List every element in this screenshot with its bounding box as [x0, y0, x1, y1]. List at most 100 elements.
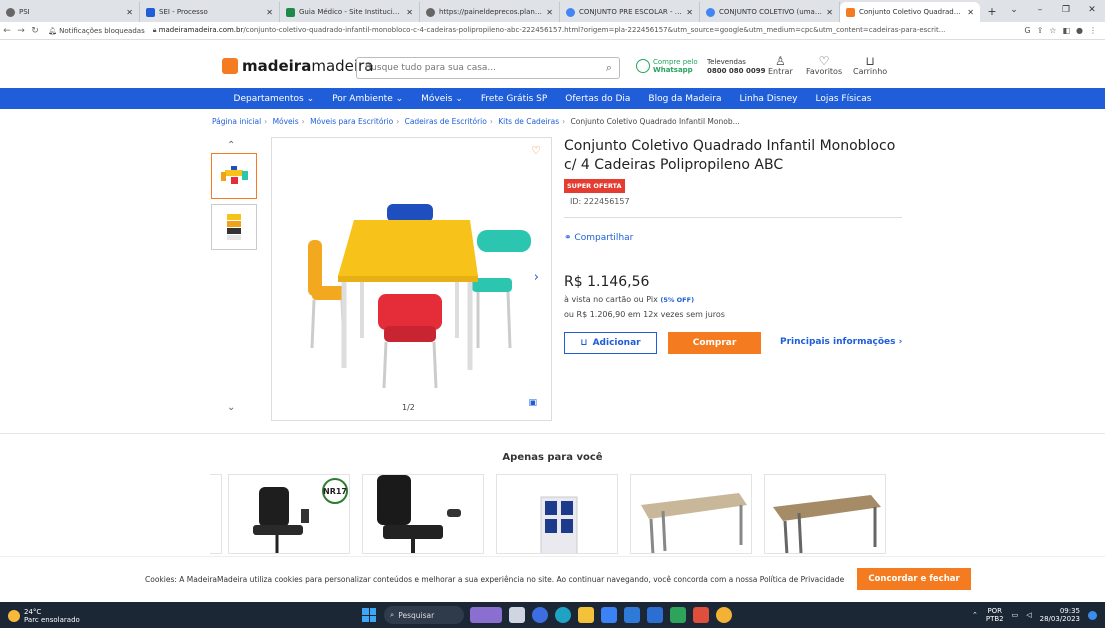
menu-departamentos[interactable]: Departamentos ⌄ [234, 94, 315, 104]
search-icon[interactable]: ⌕ [599, 61, 619, 75]
close-icon[interactable]: ✕ [967, 8, 974, 17]
restore-icon[interactable]: ❐ [1053, 0, 1079, 20]
tray-chevron-icon[interactable]: ⌃ [972, 611, 978, 619]
menu-icon[interactable]: ⋮ [1089, 26, 1097, 35]
clock[interactable]: 09:35 28/03/2023 [1040, 607, 1080, 623]
favorite-heart-icon[interactable]: ♡ [531, 144, 541, 157]
browser-tab[interactable]: PSI ✕ [0, 2, 140, 22]
product-card[interactable] [362, 474, 484, 554]
close-icon[interactable]: ✕ [406, 8, 413, 17]
televendas[interactable]: Televendas 0800 080 0099 [707, 58, 765, 76]
thumbnail-1[interactable] [211, 153, 257, 199]
product-card[interactable] [496, 474, 618, 554]
section-divider [0, 433, 1105, 434]
share-icon[interactable]: ⇪ [1037, 26, 1044, 35]
office-icon[interactable] [693, 607, 709, 623]
browser-tab[interactable]: Guia Médico - Site Institucional ✕ [280, 2, 420, 22]
thumbs-up-icon[interactable]: ⌃ [227, 140, 235, 151]
close-window-icon[interactable]: ✕ [1079, 0, 1105, 20]
close-icon[interactable]: ✕ [546, 8, 553, 17]
product-card[interactable] [764, 474, 886, 554]
close-icon[interactable]: ✕ [266, 8, 273, 17]
tab-search-icon[interactable]: ⌄ [1001, 0, 1027, 20]
store-icon[interactable] [601, 607, 617, 623]
login-button[interactable]: ♙ Entrar [768, 55, 793, 76]
close-icon[interactable]: ✕ [126, 8, 133, 17]
minimize-icon[interactable]: – [1027, 0, 1053, 20]
task-view-icon[interactable] [509, 607, 525, 623]
menu-por-ambiente[interactable]: Por Ambiente ⌄ [332, 94, 403, 104]
menu-blog[interactable]: Blog da Madeira [648, 94, 721, 104]
product-image[interactable]: ♡ › 1/2 ▣ [271, 137, 552, 421]
favorites-button[interactable]: ♡ Favoritos [806, 55, 842, 76]
reload-icon[interactable]: ↻ [28, 26, 42, 36]
whatsapp-link[interactable]: Compre pelo Whatsapp [636, 58, 698, 74]
add-to-cart-button[interactable]: ⊔ Adicionar [564, 332, 657, 354]
volume-icon[interactable]: ◁ [1026, 611, 1031, 619]
price-cash: à vista no cartão ou Pix (5% OFF) [564, 295, 694, 304]
product-id: ID: 222456157 [570, 197, 630, 206]
breadcrumb-link[interactable]: Móveis [273, 117, 299, 126]
product-card[interactable] [210, 474, 222, 554]
product-card[interactable]: NR17 [228, 474, 350, 554]
notifications-label: Notificações bloqueadas [59, 26, 145, 35]
mail-icon[interactable] [624, 607, 640, 623]
buy-button[interactable]: Comprar [668, 332, 761, 354]
notification-icon[interactable] [1088, 610, 1097, 620]
taskbar-search-label: Pesquisar [398, 610, 435, 620]
price-cash-label: à vista no cartão ou Pix [564, 295, 658, 304]
menu-moveis[interactable]: Móveis ⌄ [421, 94, 463, 104]
excel-icon[interactable] [670, 607, 686, 623]
accept-cookies-button[interactable]: Concordar e fechar [857, 568, 971, 590]
price-installments: ou R$ 1.206,90 em 12x vezes sem juros [564, 310, 725, 319]
next-image-icon[interactable]: › [534, 270, 539, 285]
breadcrumb-link[interactable]: Página inicial [212, 117, 261, 126]
browser-tab[interactable]: CONJUNTO COLETIVO (uma me... ✕ [700, 2, 840, 22]
tab-label: Guia Médico - Site Institucional [299, 8, 404, 16]
menu-frete-gratis[interactable]: Frete Grátis SP [481, 94, 547, 104]
chat-icon[interactable] [532, 607, 548, 623]
file-explorer-icon[interactable] [578, 607, 594, 623]
browser-tab-active[interactable]: Conjunto Coletivo Quadrado Inf... ✕ [840, 2, 980, 22]
breadcrumb-link[interactable]: Móveis para Escritório [310, 117, 393, 126]
url-field[interactable]: 🔒︎ madeiramadeira.com.br/conjunto-coleti… [153, 26, 1025, 35]
main-menu: Departamentos ⌄ Por Ambiente ⌄ Móveis ⌄ … [0, 88, 1105, 109]
close-icon[interactable]: ✕ [686, 8, 693, 17]
breadcrumb-link[interactable]: Kits de Cadeiras [498, 117, 559, 126]
notifications-blocked[interactable]: 🔔︎ Notificações bloqueadas [48, 27, 145, 35]
gallery-icon[interactable]: ▣ [528, 398, 537, 408]
madeira-icon [846, 7, 855, 17]
back-icon[interactable]: ← [0, 26, 14, 36]
close-icon[interactable]: ✕ [826, 8, 833, 17]
word-icon[interactable] [647, 607, 663, 623]
menu-lojas[interactable]: Lojas Físicas [816, 94, 872, 104]
search-input[interactable] [357, 63, 599, 73]
cart-button[interactable]: ⊔ Carrinho [853, 55, 887, 76]
google-lens-icon[interactable]: G [1024, 26, 1030, 35]
weather-widget[interactable]: 24°C Parc ensolarado [8, 608, 80, 624]
language-indicator[interactable]: POR PTB2 [986, 607, 1004, 623]
profile-icon[interactable]: ● [1076, 26, 1083, 35]
chrome-icon[interactable] [716, 607, 732, 623]
browser-tab[interactable]: CONJUNTO PRE ESCOLAR - ME ✕ [560, 2, 700, 22]
taskbar-search[interactable]: ⌕ Pesquisar [384, 606, 464, 624]
widgets-icon[interactable] [470, 607, 502, 623]
thumbnail-2[interactable] [211, 204, 257, 250]
product-card[interactable] [630, 474, 752, 554]
star-icon[interactable]: ☆ [1049, 26, 1056, 35]
browser-tab[interactable]: SEI - Processo ✕ [140, 2, 280, 22]
menu-ofertas[interactable]: Ofertas do Dia [565, 94, 630, 104]
network-icon[interactable]: ▭ [1012, 611, 1019, 619]
breadcrumb-link[interactable]: Cadeiras de Escritório [405, 117, 487, 126]
sidebar-icon[interactable]: ◧ [1062, 26, 1070, 35]
main-info-link[interactable]: Principais informações › [780, 337, 902, 347]
site-logo[interactable]: madeira madeira [222, 57, 373, 75]
forward-icon[interactable]: → [14, 26, 28, 36]
globe-icon [426, 7, 435, 17]
edge-icon[interactable] [555, 607, 571, 623]
thumbs-down-icon[interactable]: ⌄ [227, 402, 235, 413]
browser-tab[interactable]: https://paineldeprecos.planejam...✕ [420, 2, 560, 22]
share-link[interactable]: ⚭ Compartilhar [564, 233, 633, 243]
menu-disney[interactable]: Linha Disney [740, 94, 798, 104]
windows-start-icon[interactable] [362, 608, 376, 622]
